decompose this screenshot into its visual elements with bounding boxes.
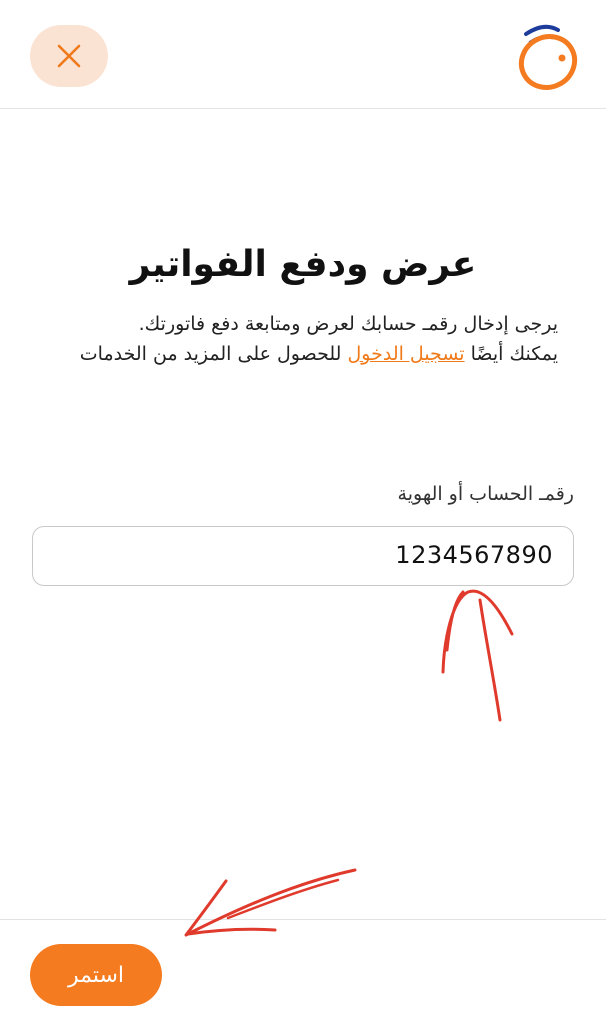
close-icon [57, 44, 81, 68]
page: عرض ودفع الفواتير يرجى إدخال رقمـ حسابك … [0, 0, 606, 1024]
close-button[interactable] [30, 25, 108, 87]
description-text-before-link: يمكنك أيضًا [464, 343, 558, 365]
hand-drawn-annotations [184, 589, 514, 937]
upward-arrow-annotation [441, 589, 514, 722]
brand-logo [518, 24, 578, 90]
top-bar [0, 0, 606, 109]
continue-button[interactable]: استمر [30, 944, 162, 1006]
account-number-value: 1234567890 [395, 541, 553, 569]
footer-divider [0, 919, 606, 920]
account-number-label: رقمـ الحساب أو الهوية [397, 483, 574, 505]
account-number-input[interactable]: 1234567890 [32, 526, 574, 586]
description-text-after-link: للحصول على المزيد من الخدمات [79, 343, 348, 365]
login-link[interactable]: تسجيل الدخول [347, 343, 464, 365]
page-description: يرجى إدخال رقمـ حسابك لعرض ومتابعة دفع ف… [40, 309, 558, 369]
left-arrow-annotation [184, 868, 357, 937]
description-line-2: يمكنك أيضًا تسجيل الدخول للحصول على المز… [40, 339, 558, 369]
description-line-1: يرجى إدخال رقمـ حسابك لعرض ومتابعة دفع ف… [138, 313, 558, 335]
page-title: عرض ودفع الفواتير [129, 244, 477, 285]
